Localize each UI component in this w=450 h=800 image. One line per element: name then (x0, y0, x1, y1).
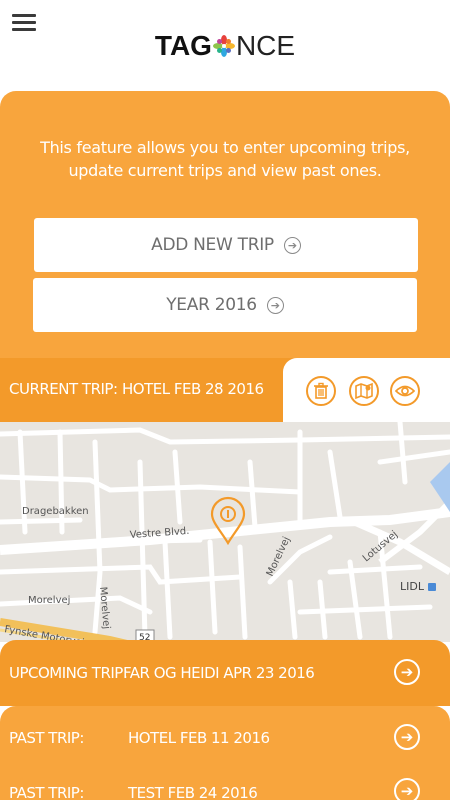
current-trip-label: CURRENT TRIP: (9, 380, 118, 398)
upcoming-trip-value: FAR OG HEIDI APR 23 2016 (123, 664, 315, 682)
past-trip-value: HOTEL FEB 11 2016 (128, 729, 270, 747)
trash-icon[interactable] (306, 376, 336, 406)
app-logo: TAG NCE (0, 30, 450, 62)
past-trip-row[interactable]: PAST TRIP: TEST FEB 24 2016 ➔ (0, 762, 450, 800)
arrow-right-circle-icon[interactable]: ➔ (394, 659, 420, 685)
logo-left-text: TAG (154, 30, 212, 61)
current-trip-bar[interactable]: CURRENT TRIP: HOTEL FEB 28 2016 (0, 358, 295, 422)
current-trip-actions (283, 358, 450, 422)
arrow-right-circle-icon[interactable]: ➔ (394, 724, 420, 750)
street-label-dragebakken: Dragebakken (22, 506, 89, 517)
logo-flower-icon (212, 35, 235, 57)
year-select-button[interactable]: YEAR 2016 ➔ (33, 278, 417, 332)
arrow-right-circle-icon[interactable]: ➔ (394, 778, 420, 800)
year-label: YEAR 2016 (166, 295, 257, 315)
past-trip-label: PAST TRIP: (9, 729, 84, 747)
upcoming-trip-label: UPCOMING TRIP: (9, 664, 128, 682)
map-icon[interactable] (349, 376, 379, 406)
arrow-right-circle-icon: ➔ (283, 236, 301, 254)
map-canvas: Dragebakken Vestre Blvd. Morelvej Morelv… (0, 422, 450, 642)
arrow-right-circle-icon: ➔ (266, 296, 284, 314)
intro-text: This feature allows you to enter upcomin… (40, 138, 410, 180)
past-trip-value: TEST FEB 24 2016 (128, 784, 258, 800)
add-new-trip-label: ADD NEW TRIP (151, 235, 274, 255)
eye-icon[interactable] (390, 376, 420, 406)
past-trips-section: PAST TRIP: HOTEL FEB 11 2016 ➔ PAST TRIP… (0, 706, 450, 800)
add-new-trip-button[interactable]: ADD NEW TRIP ➔ (34, 218, 418, 272)
logo-right-text: NCE (235, 30, 296, 61)
trip-map[interactable]: Dragebakken Vestre Blvd. Morelvej Morelv… (0, 422, 450, 642)
current-trip-row: CURRENT TRIP: HOTEL FEB 28 2016 (0, 358, 450, 422)
upcoming-trip-row[interactable]: UPCOMING TRIP: FAR OG HEIDI APR 23 2016 … (0, 640, 450, 706)
past-trip-label: PAST TRIP: (9, 784, 84, 800)
current-trip-value: HOTEL FEB 28 2016 (122, 380, 264, 398)
top-bar: TAG NCE (0, 0, 450, 90)
street-label-morelvej-2: Morelvej (28, 595, 70, 606)
store-label-lidl: LIDL (400, 580, 425, 593)
past-trip-row[interactable]: PAST TRIP: HOTEL FEB 11 2016 ➔ (0, 706, 450, 762)
